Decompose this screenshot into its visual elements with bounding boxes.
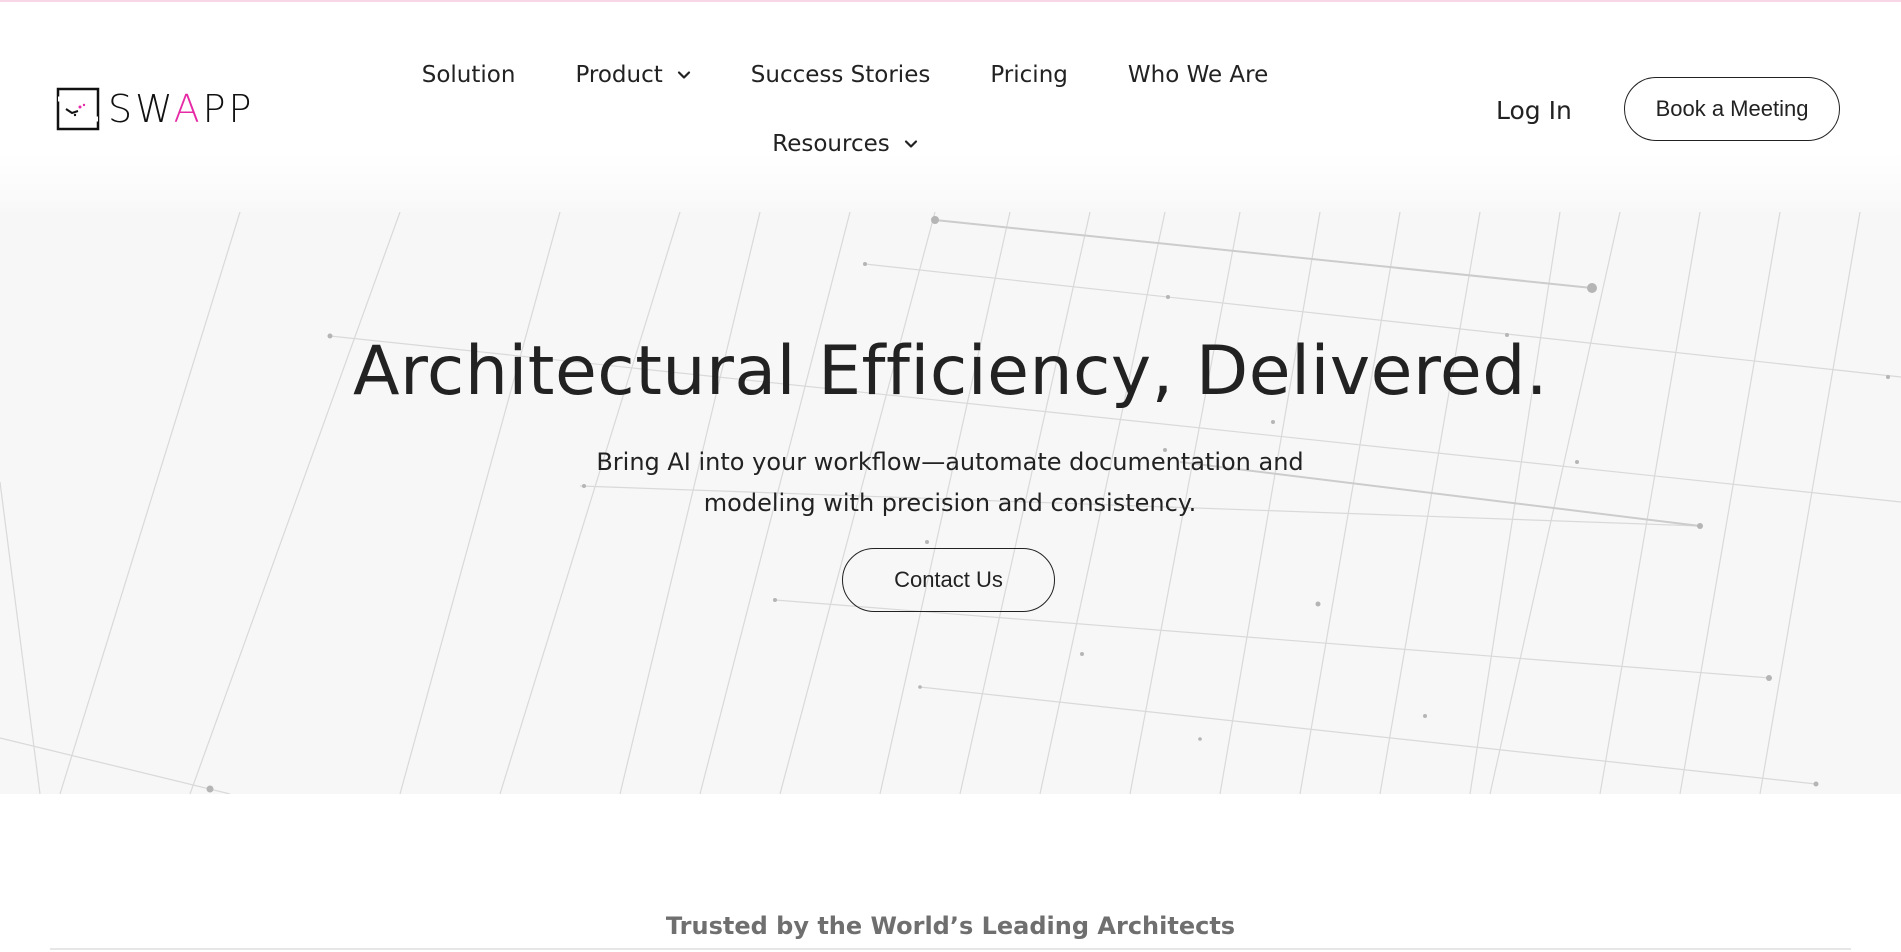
nav-item-label: Who We Are: [1127, 62, 1269, 88]
nav-item-who-we-are[interactable]: Who We Are: [1098, 62, 1298, 88]
brand-name-prefix: SW: [108, 87, 174, 131]
site-header: SWAPP Solution Product Success Stories P…: [0, 2, 1901, 214]
contact-us-button[interactable]: Contact Us: [842, 548, 1055, 612]
hero-section: Architectural Efficiency, Delivered. Bri…: [0, 212, 1901, 794]
nav-item-resources[interactable]: Resources: [742, 131, 947, 157]
chevron-down-icon: [677, 71, 690, 79]
nav-item-solution[interactable]: Solution: [392, 62, 546, 88]
trusted-by-heading: Trusted by the World’s Leading Architect…: [665, 912, 1236, 940]
brand-name-highlight: A: [173, 87, 203, 131]
nav-item-label: Solution: [421, 62, 516, 88]
page: SWAPP Solution Product Success Stories P…: [0, 0, 1901, 952]
logo-strip-divider: [50, 948, 1851, 950]
nav-item-pricing[interactable]: Pricing: [960, 62, 1098, 88]
nav-item-label: Success Stories: [750, 62, 931, 88]
brand-wordmark: SWAPP: [108, 90, 254, 128]
login-link[interactable]: Log In: [1496, 96, 1572, 125]
nav-item-label: Product: [575, 62, 663, 88]
nav-row-1: Solution Product Success Stories Pricing…: [400, 52, 1290, 98]
nav-item-product[interactable]: Product: [545, 62, 720, 88]
hero-subtitle: Bring AI into your workflow—automate doc…: [550, 442, 1350, 524]
nav-row-2: Resources: [400, 121, 1290, 167]
hero-subtitle-line-2: modeling with precision and consistency.: [703, 489, 1197, 517]
book-meeting-button[interactable]: Book a Meeting: [1624, 77, 1840, 141]
nav-item-label: Resources: [772, 131, 890, 157]
nav-item-label: Pricing: [990, 62, 1068, 88]
hero-title: Architectural Efficiency, Delivered.: [352, 332, 1549, 411]
nav-item-success-stories[interactable]: Success Stories: [721, 62, 961, 88]
swapp-logo-icon: [56, 87, 100, 131]
hero-subtitle-line-1: Bring AI into your workflow—automate doc…: [596, 448, 1304, 476]
main-nav: Solution Product Success Stories Pricing…: [400, 52, 1290, 167]
brand-name-suffix: PP: [202, 87, 255, 131]
brand-logo[interactable]: SWAPP: [56, 86, 254, 132]
chevron-down-icon: [904, 140, 917, 148]
